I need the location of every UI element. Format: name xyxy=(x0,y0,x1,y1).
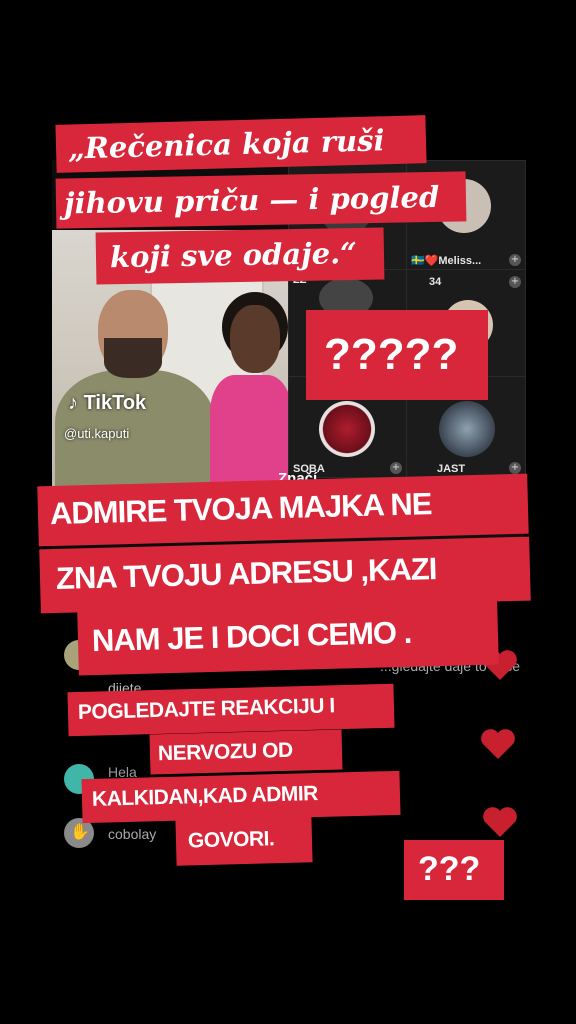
sub-line-1: POGLEDAJTE REAKCIJU I xyxy=(77,694,335,725)
sub-line-2: NERVOZU OD xyxy=(157,738,293,766)
heart-icon xyxy=(483,807,517,837)
guest-name: 🇸🇪❤️Meliss... xyxy=(411,255,482,267)
quote-banner-3: koji sve odaje.“ xyxy=(95,227,385,285)
question-marks-small-banner: ??? xyxy=(404,840,504,900)
guest-count: 34 xyxy=(429,276,442,288)
main-line-1: ADMIRE TVOJA MAJKA NE xyxy=(49,486,432,532)
sub-line-3: KALKIDAN,KAD ADMIR xyxy=(91,781,319,811)
main-line-2: ZNA TVOJU ADRESU ,KAZI xyxy=(55,551,437,596)
question-marks-small-text: ??? xyxy=(418,850,481,888)
sub-line-4: GOVORI. xyxy=(187,827,275,853)
heart-icon xyxy=(481,729,515,759)
tiktok-watermark: ♪ TikTok xyxy=(68,392,146,415)
rose-avatar xyxy=(319,401,375,457)
quote-banner-2: jihovu priču — i pogled xyxy=(55,171,467,229)
main-banner-1: ADMIRE TVOJA MAJKA NE xyxy=(37,473,529,547)
main-banner-3: NAM JE I DOCI CEMO . xyxy=(77,600,499,676)
comment-username: cobolay xyxy=(108,826,157,842)
add-guest-icon[interactable]: + xyxy=(509,254,521,266)
warrior-avatar xyxy=(439,401,495,457)
tiktok-logo-icon: ♪ xyxy=(68,392,78,414)
add-guest-icon[interactable]: + xyxy=(509,276,521,288)
add-guest-icon[interactable]: + xyxy=(509,462,521,474)
hand-wave-icon: ✋ xyxy=(70,822,90,841)
sub-banner-4: GOVORI. xyxy=(175,816,313,866)
tiktok-username: @uti.kaputi xyxy=(64,426,130,441)
tiktok-label: TikTok xyxy=(83,392,147,414)
sub-banner-2: NERVOZU OD xyxy=(149,729,343,775)
quote-line-2: jihovu priču — i pogled xyxy=(63,179,440,221)
sub-banner-3: KALKIDAN,KAD ADMIR xyxy=(81,770,401,824)
question-marks-banner: ????? xyxy=(306,310,488,400)
main-line-3: NAM JE I DOCI CEMO . xyxy=(91,614,412,659)
question-marks-text: ????? xyxy=(324,330,459,379)
woman-face xyxy=(230,305,280,373)
screen: { "video": { "watermark": "TikTok", "use… xyxy=(0,0,576,1024)
quote-banner-1: „Rečenica koja ruši xyxy=(55,115,427,173)
quote-line-1: „Rečenica koja ruši xyxy=(67,123,385,166)
sub-banner-1: POGLEDAJTE REAKCIJU I xyxy=(67,683,395,737)
add-guest-icon[interactable]: + xyxy=(390,462,402,474)
man-beard xyxy=(104,338,162,378)
quote-line-3: koji sve odaje.“ xyxy=(109,235,358,275)
guest-name: JAST xyxy=(437,463,466,475)
